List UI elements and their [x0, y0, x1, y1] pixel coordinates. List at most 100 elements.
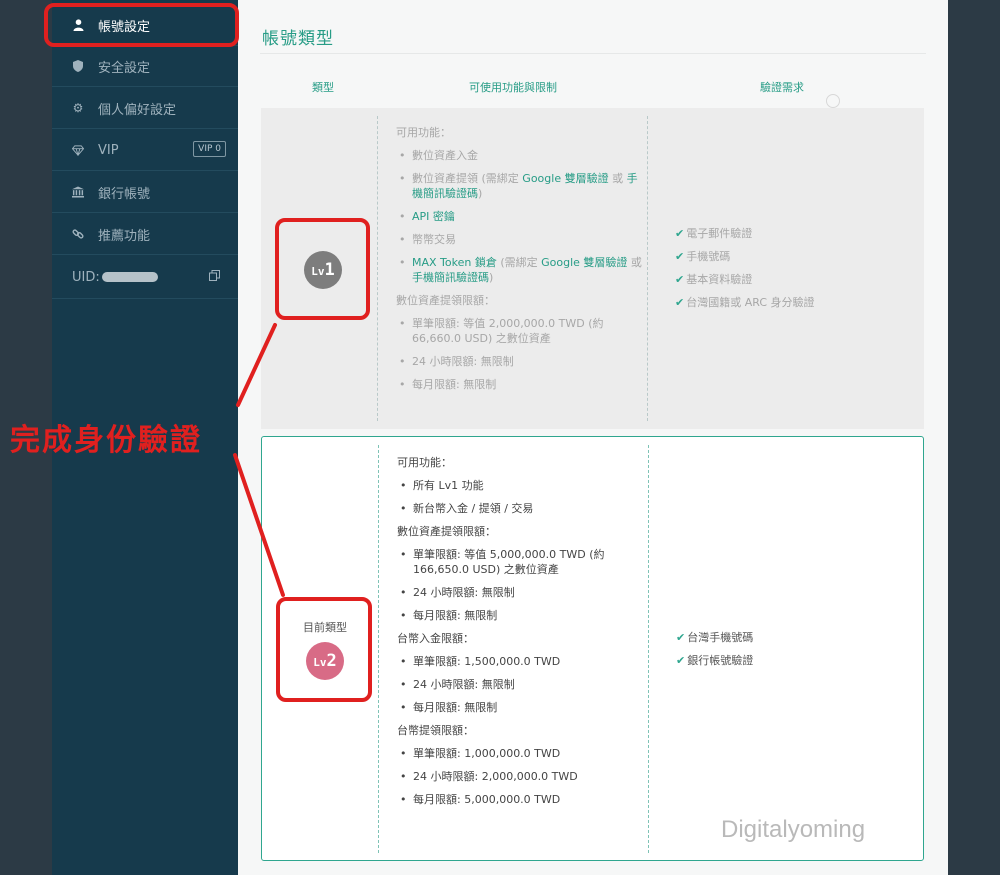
sidebar-item-label: 推薦功能: [98, 228, 151, 244]
list-item: 單筆限額: 1,500,000.0 TWD: [397, 654, 647, 669]
sms-code-link[interactable]: 手機簡訊驗證碼: [412, 271, 489, 284]
list-item: 每月限額: 5,000,000.0 TWD: [397, 792, 647, 807]
limit-label: 24 小時限額:: [413, 770, 482, 783]
check-icon: ✔: [675, 296, 685, 309]
requirement-item: ✔ 基本資料驗證: [675, 272, 815, 287]
sidebar-item-label: 個人偏好設定: [98, 102, 177, 118]
limit-label: 每月限額:: [413, 609, 465, 622]
requirement-text: 台灣國籍或 ARC 身分驗證: [686, 296, 815, 309]
feature-text: 或: [627, 256, 642, 269]
check-icon: ✔: [675, 273, 685, 286]
feature-text: 幣幣交易: [412, 233, 456, 246]
uid-redacted: [101, 272, 158, 282]
annotation-text: 完成身份驗證: [10, 423, 202, 458]
check-icon: ✔: [676, 631, 686, 644]
requirement-text: 銀行帳號驗證: [687, 654, 754, 667]
column-header-type: 類型: [312, 81, 334, 94]
twd-deposit-limits-title: 台幣入金限額：: [397, 632, 474, 645]
feature-text: 新台幣入金 / 提領 / 交易: [413, 502, 534, 515]
limit-value: 無限制: [481, 678, 515, 691]
requirement-item: ✔ 台灣國籍或 ARC 身分驗證: [675, 295, 815, 310]
gear-icon: ⚙: [72, 101, 84, 115]
sidebar-item-label: 安全設定: [98, 60, 151, 76]
limit-label: 單筆限額:: [413, 747, 465, 760]
column-divider: [647, 116, 648, 421]
limit-value: 1,000,000.0 TWD: [464, 747, 561, 760]
diamond-icon: [72, 144, 84, 156]
list-item: 數位資產提領 (需綁定 Google 雙層驗證 或 手機簡訊驗證碼): [396, 171, 646, 201]
requirement-item: ✔ 電子郵件驗證: [675, 226, 815, 241]
sidebar-item-referral[interactable]: 推薦功能: [52, 214, 238, 255]
limit-value: 無限制: [463, 378, 497, 391]
list-item: 24 小時限額: 2,000,000.0 TWD: [397, 769, 647, 784]
link-icon: [72, 228, 84, 240]
feature-text: ): [489, 271, 494, 284]
limits-title: 數位資產提領限額：: [396, 294, 495, 307]
check-icon: ✔: [676, 654, 686, 667]
uid-row: UID:: [52, 256, 238, 299]
feature-text: (需綁定: [496, 256, 542, 269]
feature-text: ): [478, 187, 483, 200]
column-header-features: 可使用功能與限制: [469, 81, 557, 94]
list-item: 單筆限額: 等值 5,000,000.0 TWD (約 166,650.0 US…: [397, 547, 647, 577]
column-divider: [648, 445, 649, 853]
list-item: 24 小時限額: 無限制: [396, 354, 646, 369]
limit-label: 單筆限額:: [412, 317, 464, 330]
features-title: 可用功能：: [396, 126, 451, 139]
list-item: 24 小時限額: 無限制: [397, 677, 647, 692]
requirement-text: 電子郵件驗證: [686, 227, 753, 240]
annotation-highlight-lv2: [276, 597, 372, 702]
right-background: [948, 0, 1000, 875]
limit-value: 無限制: [464, 701, 498, 714]
sidebar-item-security[interactable]: 安全設定: [52, 46, 238, 87]
limit-value: 無限制: [480, 355, 514, 368]
google-2fa-link[interactable]: Google 雙層驗證: [522, 172, 608, 185]
feature-text: 所有 Lv1 功能: [413, 479, 484, 492]
sidebar-item-vip[interactable]: VIP VIP 0: [52, 130, 238, 171]
main-content: 帳號類型 類型 可使用功能與限制 驗證需求 Lv1 可用功能： 數位資產入金 數…: [238, 0, 948, 875]
uid-label: UID:: [72, 269, 100, 285]
column-divider: [378, 445, 379, 853]
annotation-highlight-account-settings: [44, 3, 239, 47]
list-item: 單筆限額: 等值 2,000,000.0 TWD (約 66,660.0 USD…: [396, 316, 646, 346]
limit-label: 24 小時限額:: [413, 586, 482, 599]
bank-icon: [72, 186, 84, 198]
limit-label: 24 小時限額:: [413, 678, 482, 691]
limit-value: 無限制: [464, 609, 498, 622]
list-item: 每月限額: 無限制: [396, 377, 646, 392]
feature-text: 數位資產入金: [412, 149, 478, 162]
list-item: 新台幣入金 / 提領 / 交易: [397, 501, 647, 516]
limit-label: 每月限額:: [413, 793, 465, 806]
api-key-link[interactable]: API 密鑰: [412, 210, 455, 223]
check-icon: ✔: [675, 227, 685, 240]
check-icon: ✔: [675, 250, 685, 263]
crypto-limits-title: 數位資產提領限額：: [397, 525, 496, 538]
watermark: Digitalyoming: [721, 816, 866, 843]
max-token-lock-link[interactable]: MAX Token 鎖倉: [412, 256, 497, 269]
limit-value: 無限制: [481, 586, 515, 599]
column-divider: [377, 116, 378, 421]
vip-level-badge: VIP 0: [193, 141, 226, 157]
requirements-block: ✔ 台灣手機號碼 ✔ 銀行帳號驗證: [676, 630, 753, 676]
list-item: 所有 Lv1 功能: [397, 478, 647, 493]
page-title: 帳號類型: [262, 29, 334, 49]
limit-label: 單筆限額:: [413, 655, 465, 668]
sidebar-item-label: 銀行帳號: [98, 186, 151, 202]
features-block: 可用功能： 所有 Lv1 功能 新台幣入金 / 提領 / 交易 數位資產提領限額…: [397, 455, 647, 815]
list-item: 數位資產入金: [396, 148, 646, 163]
title-divider: [260, 53, 926, 54]
copy-icon[interactable]: [209, 270, 220, 281]
sidebar-item-label: VIP: [98, 142, 119, 158]
twd-withdraw-limits-title: 台幣提領限額：: [397, 724, 474, 737]
loading-spinner: [826, 94, 840, 108]
sidebar-item-preferences[interactable]: ⚙ 個人偏好設定: [52, 88, 238, 129]
requirements-block: ✔ 電子郵件驗證 ✔ 手機號碼 ✔ 基本資料驗證 ✔ 台灣國籍或 ARC 身分驗證: [675, 226, 815, 318]
feature-text: 數位資產提領 (需綁定: [412, 172, 523, 185]
limit-value: 5,000,000.0 TWD: [464, 793, 561, 806]
requirement-item: ✔ 銀行帳號驗證: [676, 653, 753, 668]
limit-label: 單筆限額:: [413, 548, 465, 561]
list-item: MAX Token 鎖倉 (需綁定 Google 雙層驗證 或 手機簡訊驗證碼): [396, 255, 646, 285]
google-2fa-link[interactable]: Google 雙層驗證: [541, 256, 627, 269]
requirement-text: 手機號碼: [686, 250, 731, 263]
sidebar-item-bank-account[interactable]: 銀行帳號: [52, 172, 238, 213]
